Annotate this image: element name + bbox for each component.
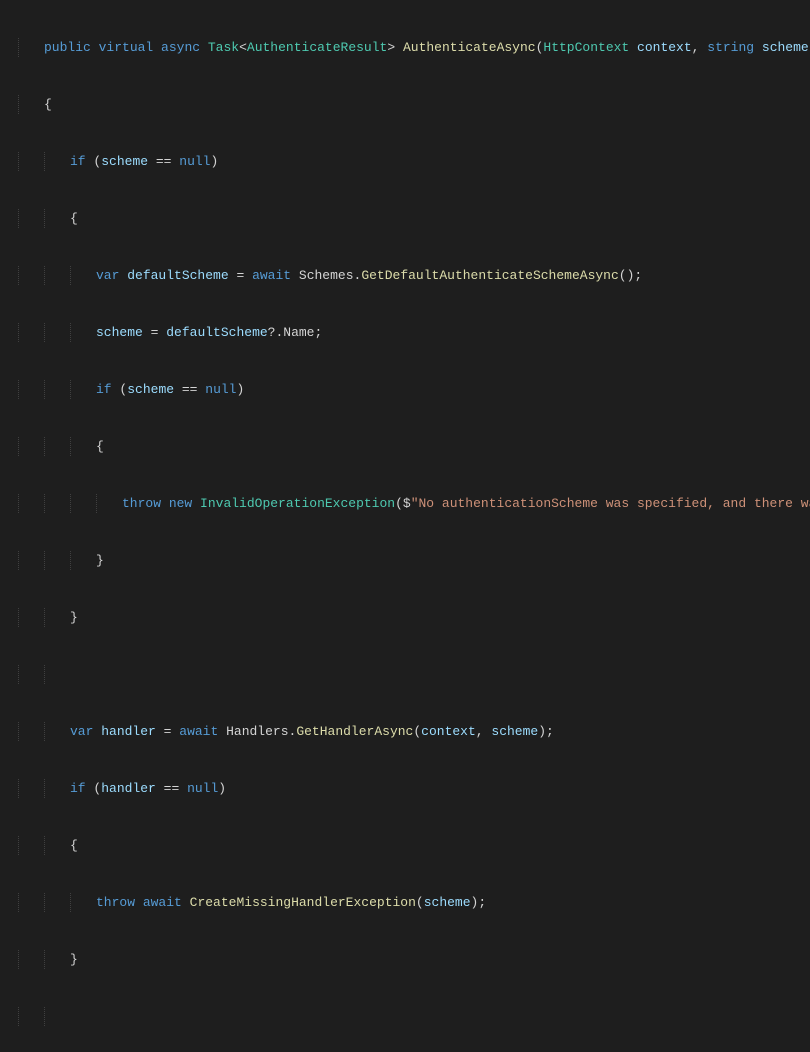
code-editor[interactable]: public virtual async Task<AuthenticateRe… bbox=[0, 0, 810, 1052]
code-line[interactable] bbox=[18, 1007, 810, 1026]
code-line[interactable] bbox=[18, 665, 810, 684]
code-line[interactable]: { bbox=[18, 95, 810, 114]
code-line[interactable]: } bbox=[18, 551, 810, 570]
code-line[interactable]: public virtual async Task<AuthenticateRe… bbox=[18, 38, 810, 57]
code-line[interactable]: scheme = defaultScheme?.Name; bbox=[18, 323, 810, 342]
code-line[interactable]: throw await CreateMissingHandlerExceptio… bbox=[18, 893, 810, 912]
code-line[interactable]: if (scheme == null) bbox=[18, 380, 810, 399]
code-line[interactable]: { bbox=[18, 437, 810, 456]
code-line[interactable]: if (handler == null) bbox=[18, 779, 810, 798]
code-line[interactable]: { bbox=[18, 209, 810, 228]
code-line[interactable]: var defaultScheme = await Schemes.GetDef… bbox=[18, 266, 810, 285]
code-line[interactable]: throw new InvalidOperationException($"No… bbox=[18, 494, 810, 513]
code-line[interactable]: } bbox=[18, 950, 810, 969]
code-line[interactable]: } bbox=[18, 608, 810, 627]
code-line[interactable]: var handler = await Handlers.GetHandlerA… bbox=[18, 722, 810, 741]
code-line[interactable]: { bbox=[18, 836, 810, 855]
code-line[interactable]: if (scheme == null) bbox=[18, 152, 810, 171]
